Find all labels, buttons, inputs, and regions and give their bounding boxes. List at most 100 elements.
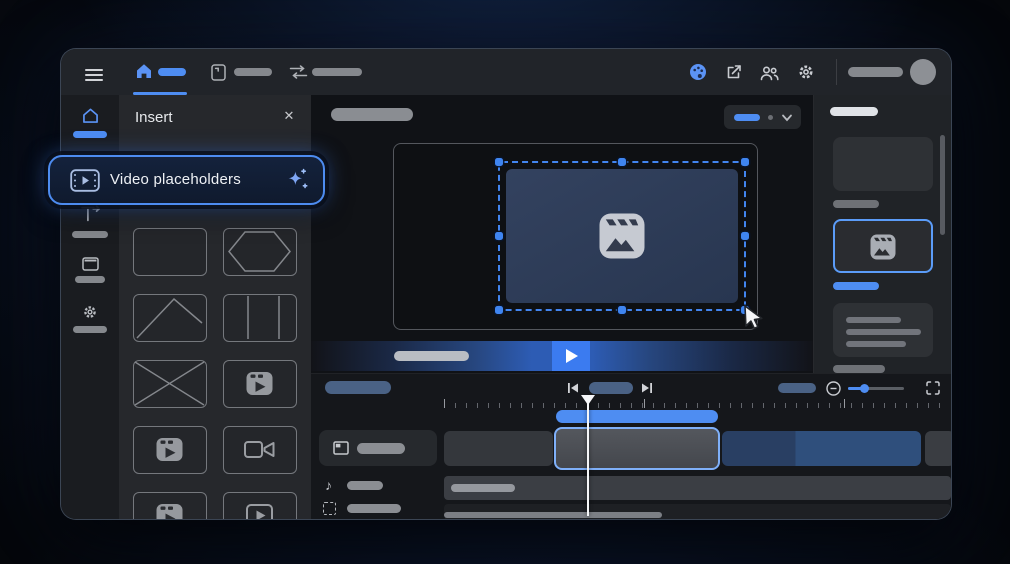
zoom-slider-thumb[interactable] [860,384,869,393]
media-clip-icon [599,213,645,259]
thumb-text-line [846,341,906,347]
project-title-pill[interactable] [331,108,413,121]
placeholder-cross-frame[interactable] [133,360,207,408]
settings-button[interactable] [797,63,815,86]
player-progress-pill [394,351,469,361]
duration-pill [778,383,816,393]
resize-handle-e[interactable] [741,232,749,240]
scene-thumbnail-1[interactable] [833,137,933,191]
rail-item-home[interactable] [82,108,99,128]
text-tool-icon [81,205,101,222]
tools-tab-label-pill [312,68,362,76]
user-avatar[interactable] [910,59,936,85]
tab-tools[interactable] [289,65,308,84]
timeline-clip-sliver[interactable] [925,431,951,466]
app-window: Insert ✕ ♪ [60,48,952,520]
frame-track-icon [333,441,349,455]
placeholder-hexagon-frame[interactable] [223,228,297,276]
timeline-hscrollbar[interactable] [444,512,662,518]
columns-shape [247,296,280,339]
resize-handle-nw[interactable] [495,158,503,166]
placeholder-blank-frame[interactable] [133,228,207,276]
clip-duration-bar[interactable] [556,410,718,423]
resize-handle-s[interactable] [618,306,626,314]
video-track-header[interactable] [319,430,437,466]
rail-item-text[interactable] [80,205,101,228]
audio-clip-bar[interactable] [444,476,951,500]
tab-home[interactable] [135,63,153,84]
templates-tab-label-pill [234,68,272,76]
window-frame-icon [82,257,99,271]
theme-button[interactable] [689,63,707,86]
home-tab-label-pill [158,68,186,76]
placeholder-column-frame[interactable] [223,294,297,342]
skip-previous-icon[interactable] [567,382,579,394]
home-icon [137,64,151,78]
timeline-clip-selected[interactable] [554,427,720,470]
chevron-down-icon [782,114,792,122]
timeline-clip-1[interactable] [444,431,553,466]
rail-item-frames[interactable] [82,257,99,276]
rail-item-settings[interactable] [82,304,98,325]
fit-screen-icon[interactable] [926,381,940,395]
current-time-pill [589,382,633,394]
topbar [61,49,951,96]
resize-handle-n[interactable] [618,158,626,166]
audio-track-label-pill [347,481,383,490]
placeholder-film-clip[interactable] [133,426,207,474]
tune-icon [289,65,308,79]
film-clip-icon [156,504,183,519]
rail-frames-label-pill [75,276,105,283]
page-selector-dropdown[interactable] [724,105,801,129]
placeholder-video-camera[interactable] [223,426,297,474]
placeholder-film-clip[interactable] [133,492,207,519]
player-bar[interactable] [311,341,813,371]
playhead-line[interactable] [587,403,589,516]
timeline-title-pill [325,381,391,394]
account-name-pill[interactable] [848,67,903,77]
insert-panel-title: Insert [135,109,173,126]
placeholder-film-clip[interactable] [223,360,297,408]
skip-next-icon[interactable] [641,382,653,394]
export-button[interactable] [725,64,742,86]
resize-handle-sw[interactable] [495,306,503,314]
sparkle-icon [288,168,308,189]
selected-video-placeholder[interactable] [495,158,749,314]
panel-scrollbar[interactable] [940,135,945,235]
resize-handle-w[interactable] [495,232,503,240]
close-icon[interactable]: ✕ [279,106,299,126]
zoom-out-icon[interactable] [826,381,841,396]
timeline: ♪ [311,373,951,519]
rail-home-label-pill [73,131,107,138]
thumb-text-line [846,317,901,323]
media-clip-icon [870,234,896,260]
play-button[interactable] [552,341,590,371]
hexagon-shape [228,231,291,272]
share-members-button[interactable] [760,65,779,86]
panel-title-pill [830,107,878,116]
video-placeholders-menu-item[interactable]: Video placeholders [48,155,325,205]
video-track-label-pill [357,443,405,454]
hamburger-menu-button[interactable] [85,66,103,84]
video-camera-icon [244,441,275,458]
hamburger-icon [85,69,103,71]
placeholder-play-frame[interactable] [223,492,297,519]
scene-thumbnail-3[interactable] [833,303,933,357]
topbar-divider [836,59,837,85]
audio-clip-label-pill [451,484,515,492]
scene-2-label-pill [833,282,879,290]
film-clip-icon [156,438,183,461]
timeline-clip-blue[interactable] [722,431,921,466]
playhead-handle[interactable] [581,395,595,405]
play-triangle-icon [566,349,578,363]
resize-handle-ne[interactable] [741,158,749,166]
placeholder-diagonal-frame[interactable] [133,294,207,342]
scene-thumbnail-2-selected[interactable] [833,219,933,273]
home-outline-icon [83,108,98,123]
scene-1-label-pill [833,200,879,208]
diagonal-shape [136,297,203,339]
tab-templates[interactable] [211,64,226,86]
mouse-cursor [744,305,763,330]
pages-panel [813,95,951,373]
dropdown-dot [768,114,773,120]
